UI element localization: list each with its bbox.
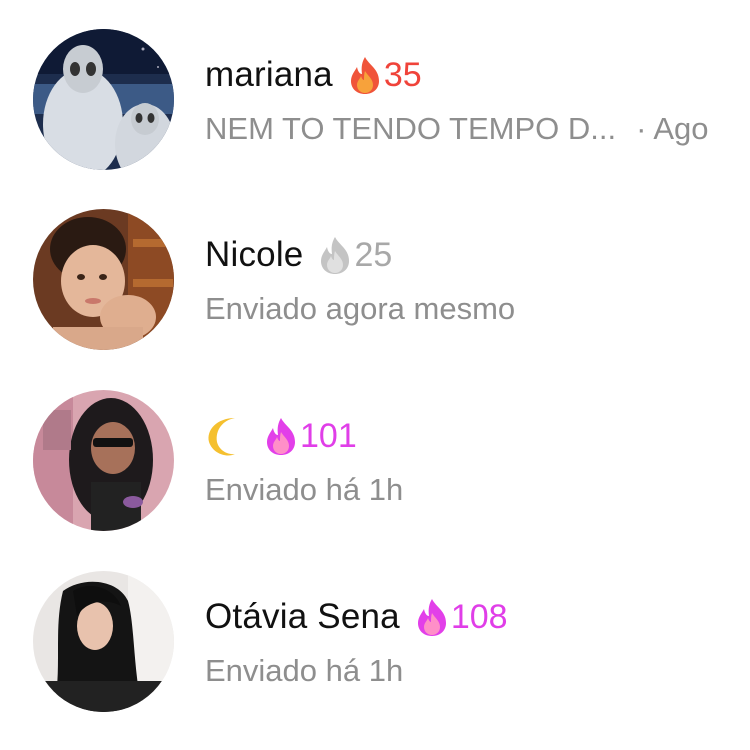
message-preview-line: Enviado agora mesmo — [205, 289, 515, 329]
name-line: mariana 35 — [205, 53, 422, 97]
flame-icon — [350, 57, 379, 94]
avatar[interactable] — [33, 571, 174, 712]
flame-icon — [417, 599, 446, 636]
conversation-row-moon[interactable]: 101 Enviado há 1h — [0, 386, 750, 536]
avatar-image — [33, 571, 174, 712]
streak-badge: 108 — [414, 597, 508, 637]
crescent-moon-icon — [208, 418, 235, 456]
avatar-image — [33, 390, 174, 531]
message-preview: Enviado há 1h — [205, 653, 404, 688]
avatar[interactable] — [33, 209, 174, 350]
message-time: · Ago — [636, 111, 709, 146]
streak-badge: 25 — [317, 235, 392, 275]
avatar[interactable] — [33, 29, 174, 170]
contact-name: mariana — [205, 55, 333, 94]
streak-count: 25 — [354, 235, 393, 274]
message-preview: Enviado há 1h — [205, 472, 404, 507]
contact-name: Nicole — [205, 235, 304, 274]
avatar[interactable] — [33, 390, 174, 531]
streak-badge: 101 — [263, 416, 357, 456]
flame-icon — [267, 418, 295, 455]
streak-count: 101 — [300, 416, 357, 455]
conversation-list: mariana 35 NEM TO TENDO TEMPO D... · Ago — [0, 0, 750, 750]
message-preview: Enviado agora mesmo — [205, 291, 516, 326]
message-preview-line: NEM TO TENDO TEMPO D... · Ago — [205, 109, 709, 149]
name-line: Otávia Sena 108 — [205, 595, 508, 639]
streak-count: 35 — [383, 55, 422, 94]
conversation-row-otavia-sena[interactable]: Otávia Sena 108 Enviado há 1h — [0, 567, 750, 717]
conversation-row-mariana[interactable]: mariana 35 NEM TO TENDO TEMPO D... · Ago — [0, 25, 750, 175]
streak-badge: 35 — [347, 55, 422, 95]
message-preview: NEM TO TENDO TEMPO D... — [205, 111, 617, 146]
conversation-row-nicole[interactable]: Nicole 25 Enviado agora mesmo — [0, 205, 750, 355]
name-line: 101 — [205, 414, 357, 458]
avatar-image — [33, 209, 174, 350]
message-preview-line: Enviado há 1h — [205, 651, 403, 691]
message-preview-line: Enviado há 1h — [205, 470, 403, 510]
contact-name: Otávia Sena — [205, 597, 400, 636]
flame-icon — [321, 237, 350, 274]
streak-count: 108 — [450, 597, 508, 636]
avatar-image — [33, 29, 174, 170]
name-line: Nicole 25 — [205, 233, 392, 277]
